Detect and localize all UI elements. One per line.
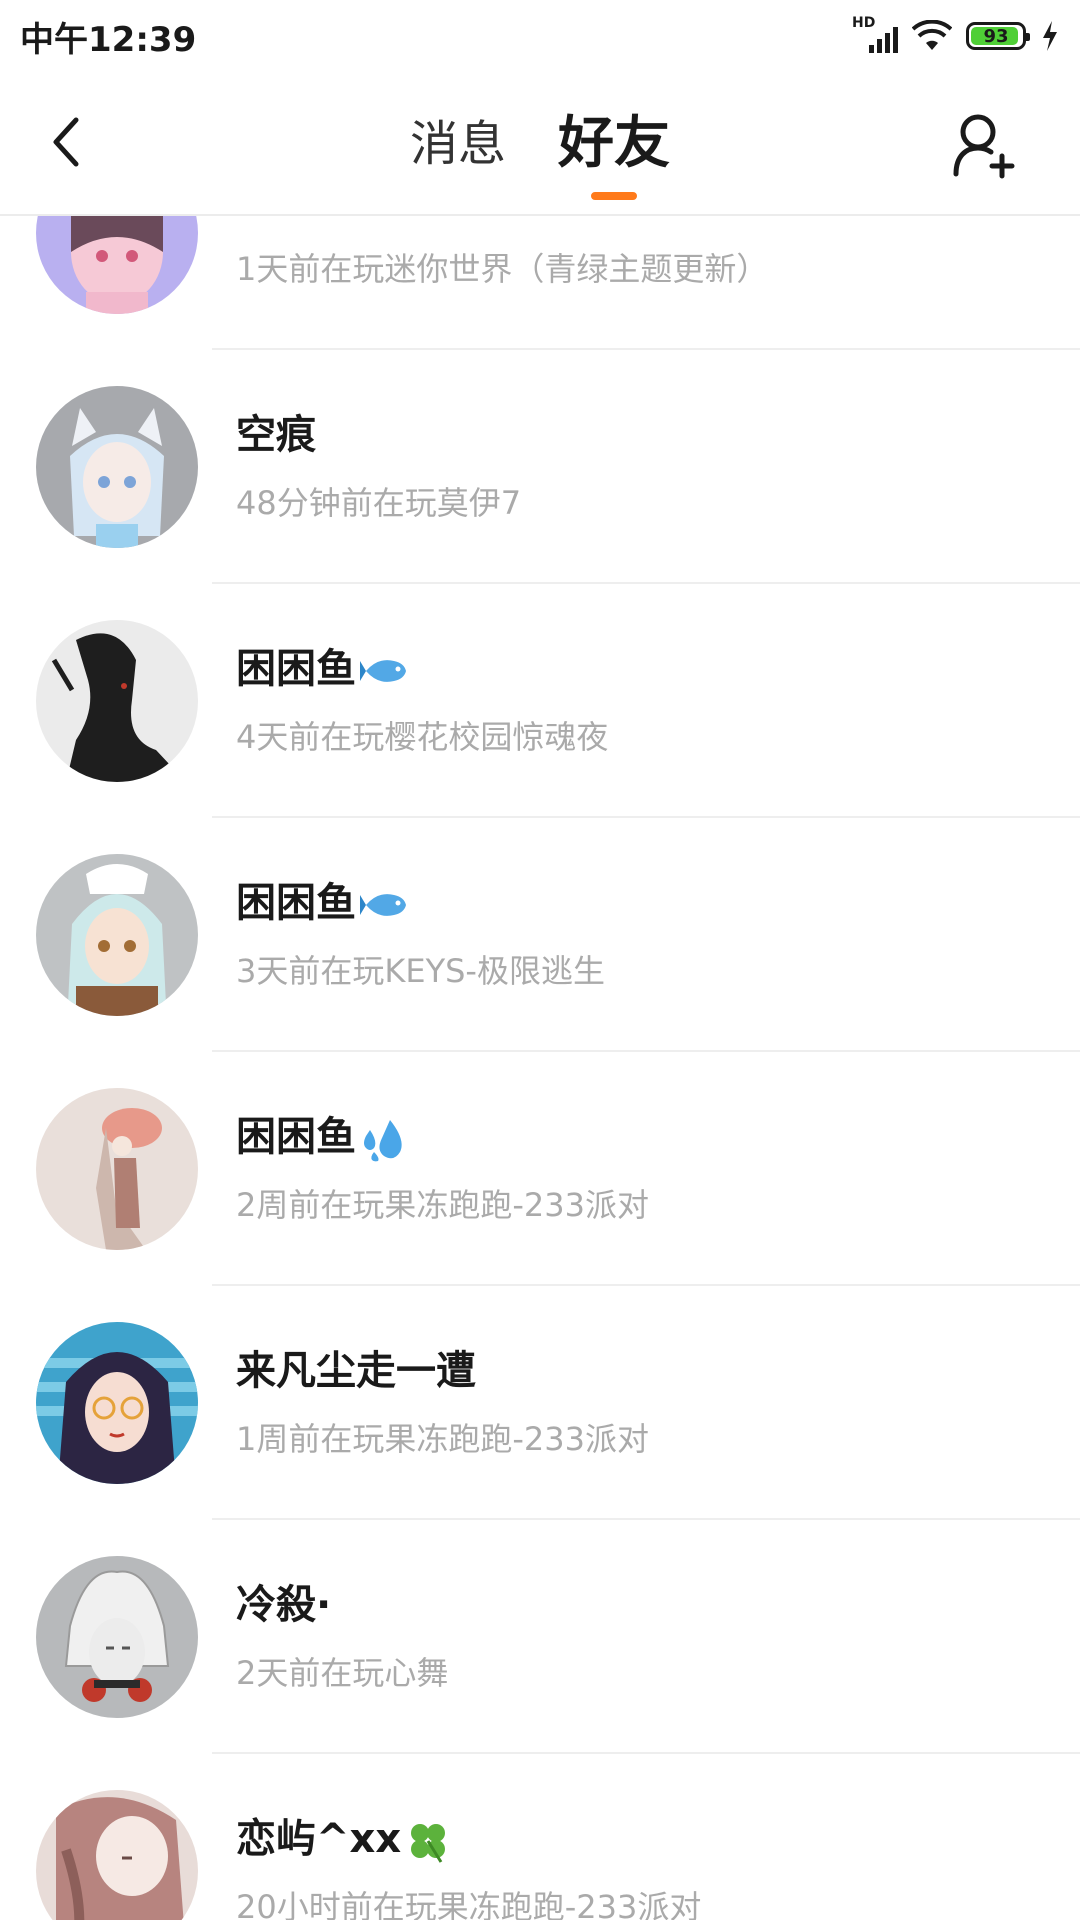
avatar: [36, 386, 198, 548]
friend-list-item[interactable]: 困困鱼 4天前在玩樱花校园惊魂夜: [0, 584, 1080, 818]
avatar: [36, 1556, 198, 1718]
avatar: [36, 1088, 198, 1250]
avatar: [36, 1790, 198, 1920]
friend-status: 3天前在玩KEYS-极限逃生: [236, 952, 605, 990]
friend-name: 困困鱼: [236, 870, 412, 928]
fish-icon: [360, 660, 406, 682]
charging-icon: [1043, 21, 1057, 51]
signal-icon: HD: [852, 15, 898, 55]
friend-list-item[interactable]: 空痕 48分钟前在玩莫伊7: [0, 350, 1080, 584]
tab-friends-label: 好友: [558, 111, 670, 176]
active-tab-indicator: [591, 192, 637, 200]
status-icons: HD 93: [852, 15, 1060, 55]
droplets-icon: [364, 1120, 402, 1162]
friend-status: 20小时前在玩果冻跑跑-233派对: [236, 1888, 702, 1920]
friend-name-text: 困困鱼: [236, 1114, 356, 1160]
friend-status: 4天前在玩樱花校园惊魂夜: [236, 718, 609, 756]
avatar: [36, 620, 198, 782]
avatar: [36, 854, 198, 1016]
friend-status: 2周前在玩果冻跑跑-233派对: [236, 1186, 649, 1224]
friend-status: 48分钟前在玩莫伊7: [236, 484, 522, 522]
friend-list-item[interactable]: 1天前在玩迷你世界（青绿主题更新）: [0, 216, 1080, 350]
fish-icon: [360, 894, 406, 916]
nav-bar: 消息 好友: [0, 72, 1080, 216]
status-bar: 中午12:39 HD 93: [0, 0, 1080, 72]
battery-icon: 93: [966, 22, 1030, 50]
friend-name: 冷殺·: [236, 1582, 332, 1628]
friend-name-text: 困困鱼: [236, 880, 356, 926]
friend-status: 2天前在玩心舞: [236, 1654, 449, 1692]
friend-list-item[interactable]: 冷殺· 2天前在玩心舞: [0, 1520, 1080, 1754]
clover-icon: [411, 1824, 446, 1863]
friend-list-item[interactable]: 恋屿^xx 20小时前在玩果冻跑跑-233派对: [0, 1754, 1080, 1920]
battery-level: 93: [983, 25, 1009, 47]
friend-name: 来凡尘走一遭: [236, 1348, 476, 1394]
avatar: [36, 216, 198, 314]
tab-messages[interactable]: 消息: [410, 102, 506, 192]
add-friend-button[interactable]: [950, 110, 1020, 180]
wifi-icon: [912, 20, 952, 50]
friend-list-item[interactable]: 来凡尘走一遭 1周前在玩果冻跑跑-233派对: [0, 1286, 1080, 1520]
friend-list-item[interactable]: 困困鱼 2周前在玩果冻跑跑-233派对: [0, 1052, 1080, 1286]
friend-status: 1周前在玩果冻跑跑-233派对: [236, 1420, 649, 1458]
friend-name-text: 恋屿^xx: [236, 1816, 402, 1862]
friend-name: 恋屿^xx: [236, 1806, 451, 1864]
tab-friends[interactable]: 好友: [558, 102, 670, 200]
add-user-icon: [953, 114, 1015, 179]
friend-name-text: 困困鱼: [236, 646, 356, 692]
friend-status: 1天前在玩迷你世界（青绿主题更新）: [236, 250, 769, 288]
friend-list-item[interactable]: 困困鱼 3天前在玩KEYS-极限逃生: [0, 818, 1080, 1052]
friend-name: 困困鱼: [236, 636, 412, 694]
friend-name: 困困鱼: [236, 1104, 410, 1162]
friend-name: 空痕: [236, 412, 316, 458]
tab-bar: 消息 好友: [0, 102, 1080, 200]
friend-list[interactable]: 1天前在玩迷你世界（青绿主题更新） 空痕 48分钟前在玩莫伊7 困困鱼 4天前在…: [0, 216, 1080, 1920]
status-time: 中午12:39: [20, 19, 197, 60]
avatar: [36, 1322, 198, 1484]
